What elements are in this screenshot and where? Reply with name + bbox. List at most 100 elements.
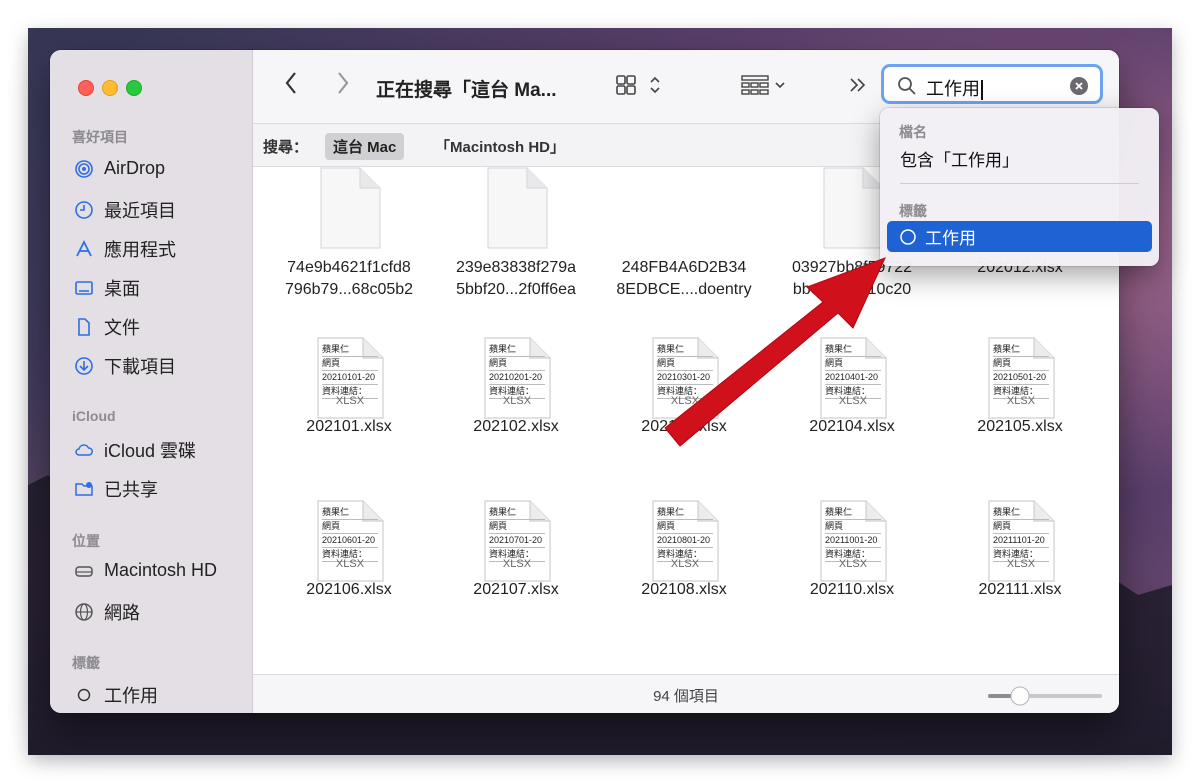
forward-button[interactable] [335,70,351,103]
sidebar-item-tag-work[interactable]: 工作用 [74,682,158,708]
file-item[interactable]: 蘋果仁 網頁 20210401-20 資料連結： XLSX 202104.xlsx [768,327,936,438]
xlsx-preview-line: 蘋果仁 [657,343,713,357]
file-icon-area: 蘋果仁 網頁 20211001-20 資料連結： XLSX [768,490,936,582]
xlsx-badge: XLSX [838,558,868,570]
xlsx-preview-line: 20210201-20 [489,371,545,385]
xlsx-preview-line: 網頁 [322,357,378,371]
suggestion-header-tags: 標籤 [899,203,927,219]
sidebar-item-label: 下載項目 [104,357,176,377]
xlsx-preview-line: 網頁 [993,520,1049,534]
shared-folder-icon [75,482,93,496]
file-icon-area: 蘋果仁 網頁 20210801-20 資料連結： XLSX [600,490,768,582]
view-mode-button[interactable] [615,74,671,101]
close-window-button[interactable] [78,80,94,96]
text-caret [981,80,983,101]
file-icon-area: 蘋果仁 網頁 20210201-20 資料連結： XLSX [432,327,600,419]
search-input-value: 工作用 [926,79,980,99]
airdrop-icon [75,159,93,178]
xlsx-preview-text: 蘋果仁 網頁 20210401-20 資料連結： [825,343,881,399]
xlsx-preview-line: 網頁 [657,357,713,371]
sidebar-item-label: iCloud 雲碟 [104,441,197,461]
scope-macintosh-hd-button[interactable]: 「Macintosh HD」 [435,136,565,157]
xlsx-preview-line: 蘋果仁 [657,506,713,520]
xlsx-badge: XLSX [335,395,365,407]
file-item[interactable]: 蘋果仁 網頁 20210601-20 資料連結： XLSX 202106.xlsx [265,490,433,601]
sidebar-item-label: 應用程式 [104,240,176,260]
sidebar-item-macintosh-hd[interactable]: Macintosh HD [74,560,217,581]
xlsx-badge: XLSX [1006,558,1036,570]
zoom-window-button[interactable] [126,80,142,96]
file-name: 248FB4A6D2B34 8EDBCE....doentry [616,259,752,298]
file-item[interactable]: 蘋果仁 網頁 20210501-20 資料連結： XLSX 202105.xlsx [936,327,1104,438]
sidebar-item-recents[interactable]: 最近項目 [74,197,176,223]
xlsx-preview-line: 網頁 [322,520,378,534]
xlsx-preview-line: 網頁 [825,520,881,534]
file-item[interactable]: 蘋果仁 網頁 20210201-20 資料連結： XLSX 202102.xlsx [432,327,600,438]
xlsx-preview-text: 蘋果仁 網頁 20211101-20 資料連結： [993,506,1049,562]
file-icon-area: 蘋果仁 網頁 20211101-20 資料連結： XLSX [936,490,1104,582]
file-item[interactable]: 蘋果仁 網頁 20210301-20 資料連結： XLSX 202103.xlsx [600,327,768,438]
suggestion-tag-work[interactable]: 工作用 [887,221,1152,252]
scope-label: 搜尋： [263,139,309,156]
xlsx-preview-line: 20210501-20 [993,371,1049,385]
xlsx-badge: XLSX [1006,395,1036,407]
sidebar-item-downloads[interactable]: 下載項目 [74,353,176,379]
sidebar-item-applications[interactable]: 應用程式 [74,236,176,262]
sidebar-item-airdrop[interactable]: AirDrop [74,158,165,179]
sidebar-item-icloud-drive[interactable]: iCloud 雲碟 [74,437,196,463]
xlsx-badge: XLSX [335,558,365,570]
xlsx-preview-line: 蘋果仁 [993,506,1049,520]
group-by-button[interactable] [740,74,796,101]
sidebar-item-label: 已共享 [104,480,158,500]
xlsx-badge: XLSX [670,395,700,407]
sidebar-item-label: 最近項目 [104,201,176,221]
file-icon-area [265,167,433,255]
back-button[interactable] [283,70,299,103]
cloud-icon [75,444,93,456]
sidebar-item-documents[interactable]: 文件 [74,314,140,340]
sidebar-section-favorites: 喜好項目 [72,129,128,145]
file-item[interactable]: 蘋果仁 網頁 20211001-20 資料連結： XLSX 202110.xlsx [768,490,936,601]
sidebar-item-label: Macintosh HD [104,560,218,580]
xlsx-preview-line: 網頁 [657,520,713,534]
file-item[interactable]: 74e9b4621f1cfd8 796b79...68c05b2 [265,167,433,301]
sidebar-item-desktop[interactable]: 桌面 [74,275,140,301]
clear-search-icon[interactable] [1070,77,1088,95]
file-item[interactable]: 蘋果仁 網頁 20210701-20 資料連結： XLSX 202107.xlsx [432,490,600,601]
file-name: 202108.xlsx [641,581,727,598]
xlsx-preview-line: 蘋果仁 [825,343,881,357]
scope-this-mac-button[interactable]: 這台 Mac [325,133,405,160]
more-toolbar-button[interactable] [848,76,868,99]
file-name: 202107.xlsx [473,581,559,598]
search-suggestions-menu: 檔名 包含「工作用」 標籤 工作用 [880,108,1159,266]
xlsx-preview-line: 20210801-20 [657,534,713,548]
chevron-right-icon [338,72,349,94]
suggestion-filename-contains[interactable]: 包含「工作用」 [900,146,1019,171]
icon-size-slider[interactable] [988,685,1103,707]
xlsx-preview-line: 網頁 [825,357,881,371]
xlsx-preview-line: 20210401-20 [825,371,881,385]
file-item[interactable]: 蘋果仁 網頁 20210101-20 資料連結： XLSX 202101.xlsx [265,327,433,438]
xlsx-preview-text: 蘋果仁 網頁 20210801-20 資料連結： [657,506,713,562]
sidebar-item-network[interactable]: 網路 [74,599,140,625]
file-item[interactable]: 248FB4A6D2B34 8EDBCE....doentry [600,167,768,301]
xlsx-preview-text: 蘋果仁 網頁 20210201-20 資料連結： [489,343,545,399]
xlsx-preview-line: 20211001-20 [825,534,881,548]
file-name: 202101.xlsx [306,418,392,435]
file-name: 202102.xlsx [473,418,559,435]
xlsx-badge: XLSX [670,558,700,570]
sidebar: 喜好項目 AirDrop 最近項目 應用程式 桌面 文件 下載項目 iCloud [50,50,253,713]
file-item[interactable]: 蘋果仁 網頁 20210801-20 資料連結： XLSX 202108.xlsx [600,490,768,601]
sidebar-section-icloud: iCloud [72,408,116,424]
file-item[interactable]: 蘋果仁 網頁 20211101-20 資料連結： XLSX 202111.xlsx [936,490,1104,601]
double-chevron-icon [850,78,866,92]
status-bar: 94 個項目 [253,674,1119,713]
minimize-window-button[interactable] [102,80,118,96]
file-item[interactable]: 239e83838f279a 5bbf20...2f0ff6ea [432,167,600,301]
file-name: 74e9b4621f1cfd8 796b79...68c05b2 [284,259,414,298]
xlsx-preview-line: 蘋果仁 [322,506,378,520]
sidebar-item-shared[interactable]: 已共享 [74,476,158,502]
window-controls [78,80,142,96]
suggestion-tag-label: 工作用 [925,229,976,248]
search-field[interactable]: 工作用 [881,64,1103,104]
